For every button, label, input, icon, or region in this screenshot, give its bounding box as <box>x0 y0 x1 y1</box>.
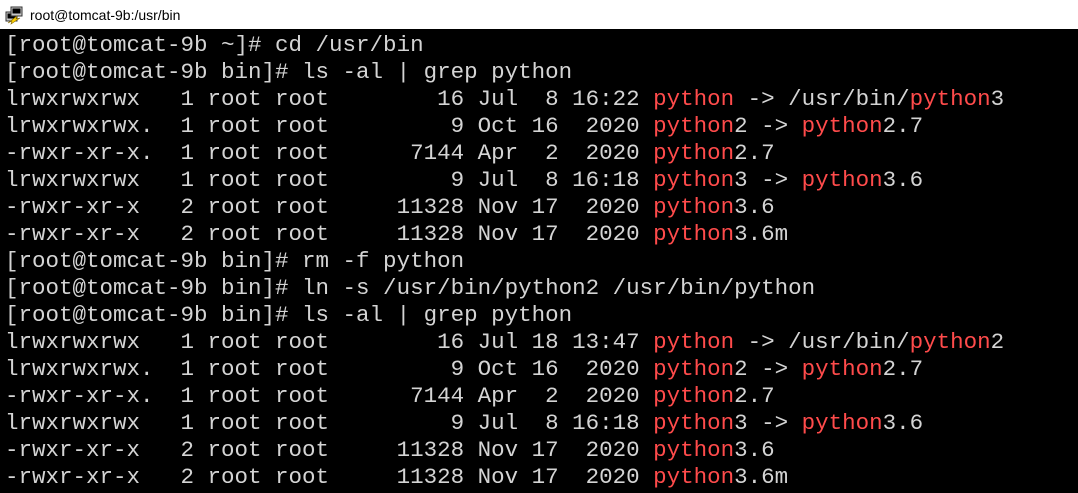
terminal-text: 3.6 <box>734 437 775 463</box>
terminal-text: lrwxrwxrwx 1 root root 16 Jul 8 16:22 <box>5 86 654 112</box>
terminal-output[interactable]: [root@tomcat-9b ~]# cd /usr/bin [root@tom… <box>0 29 1078 493</box>
terminal-text: 2 -> <box>734 113 802 139</box>
terminal-text: [root@tomcat-9b bin]# ls -al | grep pyth… <box>5 302 573 328</box>
terminal-text: 3 -> <box>734 410 802 436</box>
terminal-text: 3.6 <box>734 194 775 220</box>
terminal-line: [root@tomcat-9b bin]# ls -al | grep pyth… <box>5 59 1078 86</box>
highlighted-match: python <box>801 113 883 139</box>
terminal-text: 3.6 <box>882 167 924 193</box>
highlighted-match: python <box>909 329 991 355</box>
terminal-window: root@tomcat-9b:/usr/bin [root@tomcat-9b … <box>0 0 1078 493</box>
terminal-text: 3.6 <box>882 410 924 436</box>
highlighted-match: python <box>801 167 883 193</box>
terminal-line: lrwxrwxrwx 1 root root 9 Jul 8 16:18 pyt… <box>5 167 1078 194</box>
terminal-line: -rwxr-xr-x. 1 root root 7144 Apr 2 2020 … <box>5 383 1078 410</box>
terminal-line: -rwxr-xr-x. 1 root root 7144 Apr 2 2020 … <box>5 140 1078 167</box>
terminal-text: 3 <box>990 86 1005 112</box>
terminal-text: 2 -> <box>734 356 802 382</box>
terminal-text: 2.7 <box>882 356 924 382</box>
terminal-text: lrwxrwxrwx 1 root root 16 Jul 18 13:47 <box>5 329 654 355</box>
terminal-line: -rwxr-xr-x 2 root root 11328 Nov 17 2020… <box>5 464 1078 491</box>
terminal-line: -rwxr-xr-x 2 root root 11328 Nov 17 2020… <box>5 194 1078 221</box>
terminal-text: -> /usr/bin/ <box>734 86 910 112</box>
highlighted-match: python <box>653 410 735 436</box>
terminal-text: 2.7 <box>734 140 775 166</box>
terminal-line: -rwxr-xr-x 2 root root 11328 Nov 17 2020… <box>5 437 1078 464</box>
terminal-text: -rwxr-xr-x 2 root root 11328 Nov 17 2020 <box>5 221 654 247</box>
terminal-text: [root@tomcat-9b bin]# ls -al | grep pyth… <box>5 59 573 85</box>
highlighted-match: python <box>653 437 735 463</box>
terminal-text: -rwxr-xr-x. 1 root root 7144 Apr 2 2020 <box>5 383 654 409</box>
terminal-line: -rwxr-xr-x 2 root root 11328 Nov 17 2020… <box>5 221 1078 248</box>
highlighted-match: python <box>801 356 883 382</box>
terminal-text: [root@tomcat-9b bin]# ln -s /usr/bin/pyt… <box>5 275 816 301</box>
terminal-line: lrwxrwxrwx. 1 root root 9 Oct 16 2020 py… <box>5 356 1078 383</box>
highlighted-match: python <box>909 86 991 112</box>
terminal-text: lrwxrwxrwx. 1 root root 9 Oct 16 2020 <box>5 113 654 139</box>
terminal-text: lrwxrwxrwx 1 root root 9 Jul 8 16:18 <box>5 167 654 193</box>
putty-terminal-icon <box>4 5 24 25</box>
highlighted-match: python <box>653 356 735 382</box>
terminal-text: 2.7 <box>882 113 924 139</box>
highlighted-match: python <box>801 410 883 436</box>
terminal-text: 3.6m <box>734 464 789 490</box>
highlighted-match: python <box>653 140 735 166</box>
terminal-line: [root@tomcat-9b ~]# cd /usr/bin <box>5 32 1078 59</box>
highlighted-match: python <box>653 329 735 355</box>
terminal-text: [root@tomcat-9b bin]# rm -f python <box>5 248 465 274</box>
highlighted-match: python <box>653 221 735 247</box>
highlighted-match: python <box>653 113 735 139</box>
highlighted-match: python <box>653 86 735 112</box>
terminal-line: [root@tomcat-9b bin]# ln -s /usr/bin/pyt… <box>5 275 1078 302</box>
terminal-line: lrwxrwxrwx. 1 root root 9 Oct 16 2020 py… <box>5 113 1078 140</box>
terminal-text: -rwxr-xr-x 2 root root 11328 Nov 17 2020 <box>5 194 654 220</box>
highlighted-match: python <box>653 464 735 490</box>
terminal-line: lrwxrwxrwx 1 root root 9 Jul 8 16:18 pyt… <box>5 410 1078 437</box>
terminal-text: 2 <box>990 329 1005 355</box>
terminal-text: [root@tomcat-9b ~]# cd /usr/bin <box>5 32 424 58</box>
terminal-text: -rwxr-xr-x 2 root root 11328 Nov 17 2020 <box>5 437 654 463</box>
terminal-text: -> /usr/bin/ <box>734 329 910 355</box>
terminal-text: lrwxrwxrwx 1 root root 9 Jul 8 16:18 <box>5 410 654 436</box>
terminal-line: [root@tomcat-9b bin]# rm -f python <box>5 248 1078 275</box>
highlighted-match: python <box>653 194 735 220</box>
terminal-line: [root@tomcat-9b bin]# ls -al | grep pyth… <box>5 302 1078 329</box>
terminal-line: lrwxrwxrwx 1 root root 16 Jul 8 16:22 py… <box>5 86 1078 113</box>
highlighted-match: python <box>653 383 735 409</box>
highlighted-match: python <box>653 167 735 193</box>
window-title: root@tomcat-9b:/usr/bin <box>30 6 181 23</box>
terminal-text: 3.6m <box>734 221 789 247</box>
terminal-line: lrwxrwxrwx 1 root root 16 Jul 18 13:47 p… <box>5 329 1078 356</box>
terminal-text: 2.7 <box>734 383 775 409</box>
terminal-text: -rwxr-xr-x. 1 root root 7144 Apr 2 2020 <box>5 140 654 166</box>
terminal-text: -rwxr-xr-x 2 root root 11328 Nov 17 2020 <box>5 464 654 490</box>
terminal-text: 3 -> <box>734 167 802 193</box>
title-bar[interactable]: root@tomcat-9b:/usr/bin <box>0 0 1078 29</box>
terminal-text: lrwxrwxrwx. 1 root root 9 Oct 16 2020 <box>5 356 654 382</box>
